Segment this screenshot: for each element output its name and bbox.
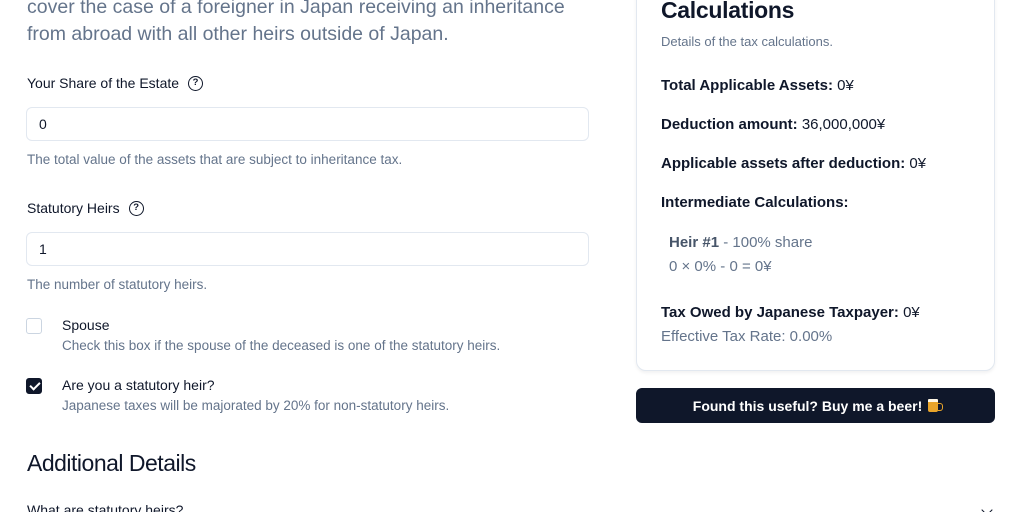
spouse-label: Spouse [62,317,110,333]
spouse-description: Check this box if the spouse of the dece… [62,338,501,353]
heir-1-formula: 0 × 0% - 0 = 0¥ [669,258,772,275]
statutory-heirs-input[interactable] [26,232,589,266]
statutory-heirs-label: Statutory Heirs [27,200,120,216]
statutory-heirs-hint: The number of statutory heirs. [27,277,208,292]
intro-line-2: from abroad with all other heirs outside… [27,23,449,45]
after-deduction-value: 0¥ [909,155,927,172]
heir-1-share: - 100% share [723,234,813,251]
help-circle-icon[interactable]: ? [128,200,144,216]
deduction-row: Deduction amount: 36,000,000¥ [661,116,885,133]
total-assets-row: Total Applicable Assets: 0¥ [661,77,854,94]
accordion-item-label: What are statutory heirs? [27,502,184,512]
additional-details-title: Additional Details [27,450,196,476]
buy-me-a-beer-button[interactable]: Found this useful? Buy me a beer! [636,388,995,423]
beer-mug-icon [928,399,944,412]
statutory-heir-checkbox[interactable] [26,378,42,394]
deduction-label: Deduction amount: [661,116,798,133]
help-circle-icon[interactable]: ? [188,75,204,91]
accordion-item-statutory-heirs[interactable]: What are statutory heirs? [27,502,995,512]
estate-share-label: Your Share of the Estate [27,75,180,91]
calculations-subtitle: Details of the tax calculations. [661,34,833,49]
estate-share-input[interactable] [26,107,589,141]
tax-owed-row: Tax Owed by Japanese Taxpayer: 0¥ [661,304,920,321]
intro-line-1: cover the case of a foreigner in Japan r… [27,0,565,18]
intro-text: cover the case of a foreigner in Japan r… [27,0,627,48]
calculations-title: Calculations [661,0,795,23]
page: cover the case of a foreigner in Japan r… [0,0,1024,512]
tax-owed-label: Tax Owed by Japanese Taxpayer: [661,304,899,321]
total-assets-value: 0¥ [837,77,854,94]
tax-owed-value: 0¥ [903,304,920,321]
spouse-checkbox[interactable] [26,318,42,334]
beer-button-label: Found this useful? Buy me a beer! [692,397,923,414]
estate-share-label-row: Your Share of the Estate ? [27,75,204,91]
statutory-heirs-label-row: Statutory Heirs ? [27,200,144,216]
deduction-value: 36,000,000¥ [801,116,886,133]
intermediate-row: Intermediate Calculations: [661,194,849,211]
chevron-down-icon[interactable] [981,504,993,512]
after-deduction-label: Applicable assets after deduction: [661,155,906,172]
after-deduction-row: Applicable assets after deduction: 0¥ [661,155,926,172]
intermediate-label: Intermediate Calculations: [661,194,849,211]
heir-1-name: Heir #1 [669,234,720,251]
effective-tax-rate: Effective Tax Rate: 0.00% [661,328,833,345]
statutory-heir-label: Are you a statutory heir? [62,377,215,393]
estate-share-hint: The total value of the assets that are s… [27,152,403,167]
total-assets-label: Total Applicable Assets: [661,77,833,94]
statutory-heir-description: Japanese taxes will be majorated by 20% … [62,398,450,413]
heir-1-summary: Heir #1 - 100% share [669,234,812,251]
